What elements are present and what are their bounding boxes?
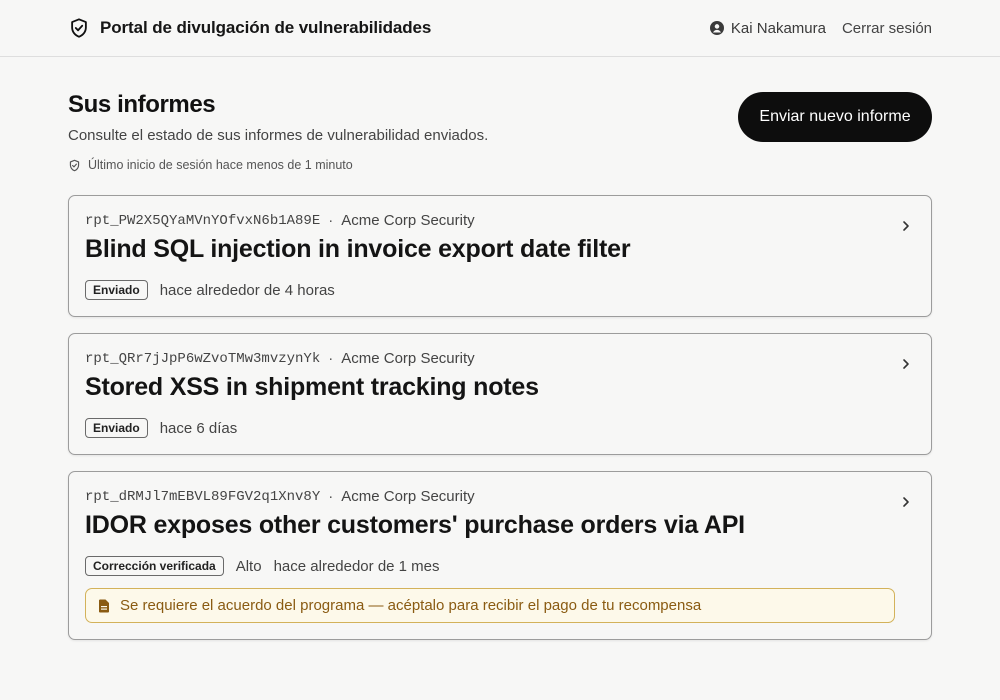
report-time: hace alrededor de 1 mes	[273, 557, 440, 575]
report-meta: rpt_dRMJl7mEBVL89FGV2q1Xnv8Y · Acme Corp…	[85, 488, 915, 505]
report-status-row: Enviado hace alrededor de 4 horas	[85, 280, 915, 300]
report-time: hace 6 días	[159, 419, 238, 437]
user-name: Kai Nakamura	[730, 19, 826, 37]
report-title: Stored XSS in shipment tracking notes	[85, 373, 539, 401]
report-org: Acme Corp Security	[341, 350, 475, 367]
report-title: IDOR exposes other customers' purchase o…	[85, 511, 745, 539]
report-time: hace alrededor de 4 horas	[159, 281, 335, 299]
report-title: Blind SQL injection in invoice export da…	[85, 235, 631, 263]
last-login-info: Último inicio de sesión hace menos de 1 …	[68, 158, 488, 172]
chevron-right-icon	[901, 356, 911, 372]
report-list: rpt_PW2X5QYaMVnYOfvxN6b1A89E · Acme Corp…	[68, 195, 932, 640]
app-title: Portal de divulgación de vulnerabilidade…	[100, 18, 432, 37]
logout-link[interactable]: Cerrar sesión	[842, 20, 932, 37]
report-id: rpt_PW2X5QYaMVnYOfvxN6b1A89E	[85, 212, 321, 229]
report-status-row: Corrección verificada Alto hace alrededo…	[85, 556, 915, 576]
report-id: rpt_QRr7jJpP6wZvoTMw3mvzynYk	[85, 350, 321, 367]
report-meta: rpt_QRr7jJpP6wZvoTMw3mvzynYk · Acme Corp…	[85, 350, 915, 367]
shield-check-icon	[68, 17, 90, 39]
report-org: Acme Corp Security	[341, 488, 475, 505]
separator: ·	[328, 350, 334, 367]
user-nav: Kai Nakamura Cerrar sesión	[709, 19, 932, 37]
user-circle-icon	[709, 21, 724, 35]
main-content: Sus informes Consulte el estado de sus i…	[0, 91, 1000, 640]
report-card[interactable]: rpt_dRMJl7mEBVL89FGV2q1Xnv8Y · Acme Corp…	[68, 471, 932, 640]
report-meta: rpt_PW2X5QYaMVnYOfvxN6b1A89E · Acme Corp…	[85, 212, 915, 229]
chevron-right-icon	[901, 218, 911, 234]
last-login-text: Último inicio de sesión hace menos de 1 …	[88, 158, 353, 172]
report-org: Acme Corp Security	[341, 212, 475, 229]
separator: ·	[328, 212, 334, 229]
page-subtitle: Consulte el estado de sus informes de vu…	[68, 127, 489, 144]
report-card[interactable]: rpt_PW2X5QYaMVnYOfvxN6b1A89E · Acme Corp…	[68, 195, 932, 317]
page-heading-group: Sus informes Consulte el estado de sus i…	[68, 91, 488, 172]
chevron-right-icon	[901, 494, 911, 510]
shield-check-icon	[68, 159, 81, 172]
report-card[interactable]: rpt_QRr7jJpP6wZvoTMw3mvzynYk · Acme Corp…	[68, 333, 932, 455]
status-badge: Enviado	[85, 280, 148, 300]
page-header: Sus informes Consulte el estado de sus i…	[68, 91, 932, 172]
submit-new-report-button[interactable]: Enviar nuevo informe	[738, 92, 932, 142]
notice-text: Se requiere el acuerdo del programa — ac…	[120, 597, 702, 614]
separator: ·	[328, 488, 334, 505]
top-bar: Portal de divulgación de vulnerabilidade…	[0, 0, 1000, 57]
status-badge: Corrección verificada	[85, 556, 224, 576]
report-id: rpt_dRMJl7mEBVL89FGV2q1Xnv8Y	[85, 488, 321, 505]
agreement-notice[interactable]: Se requiere el acuerdo del programa — ac…	[85, 588, 895, 623]
report-status-row: Enviado hace 6 días	[85, 418, 915, 438]
page-title: Sus informes	[68, 91, 216, 118]
severity-label: Alto	[235, 557, 262, 575]
brand[interactable]: Portal de divulgación de vulnerabilidade…	[68, 17, 431, 39]
document-icon	[98, 599, 110, 613]
user-menu[interactable]: Kai Nakamura	[709, 19, 826, 37]
status-badge: Enviado	[85, 418, 148, 438]
